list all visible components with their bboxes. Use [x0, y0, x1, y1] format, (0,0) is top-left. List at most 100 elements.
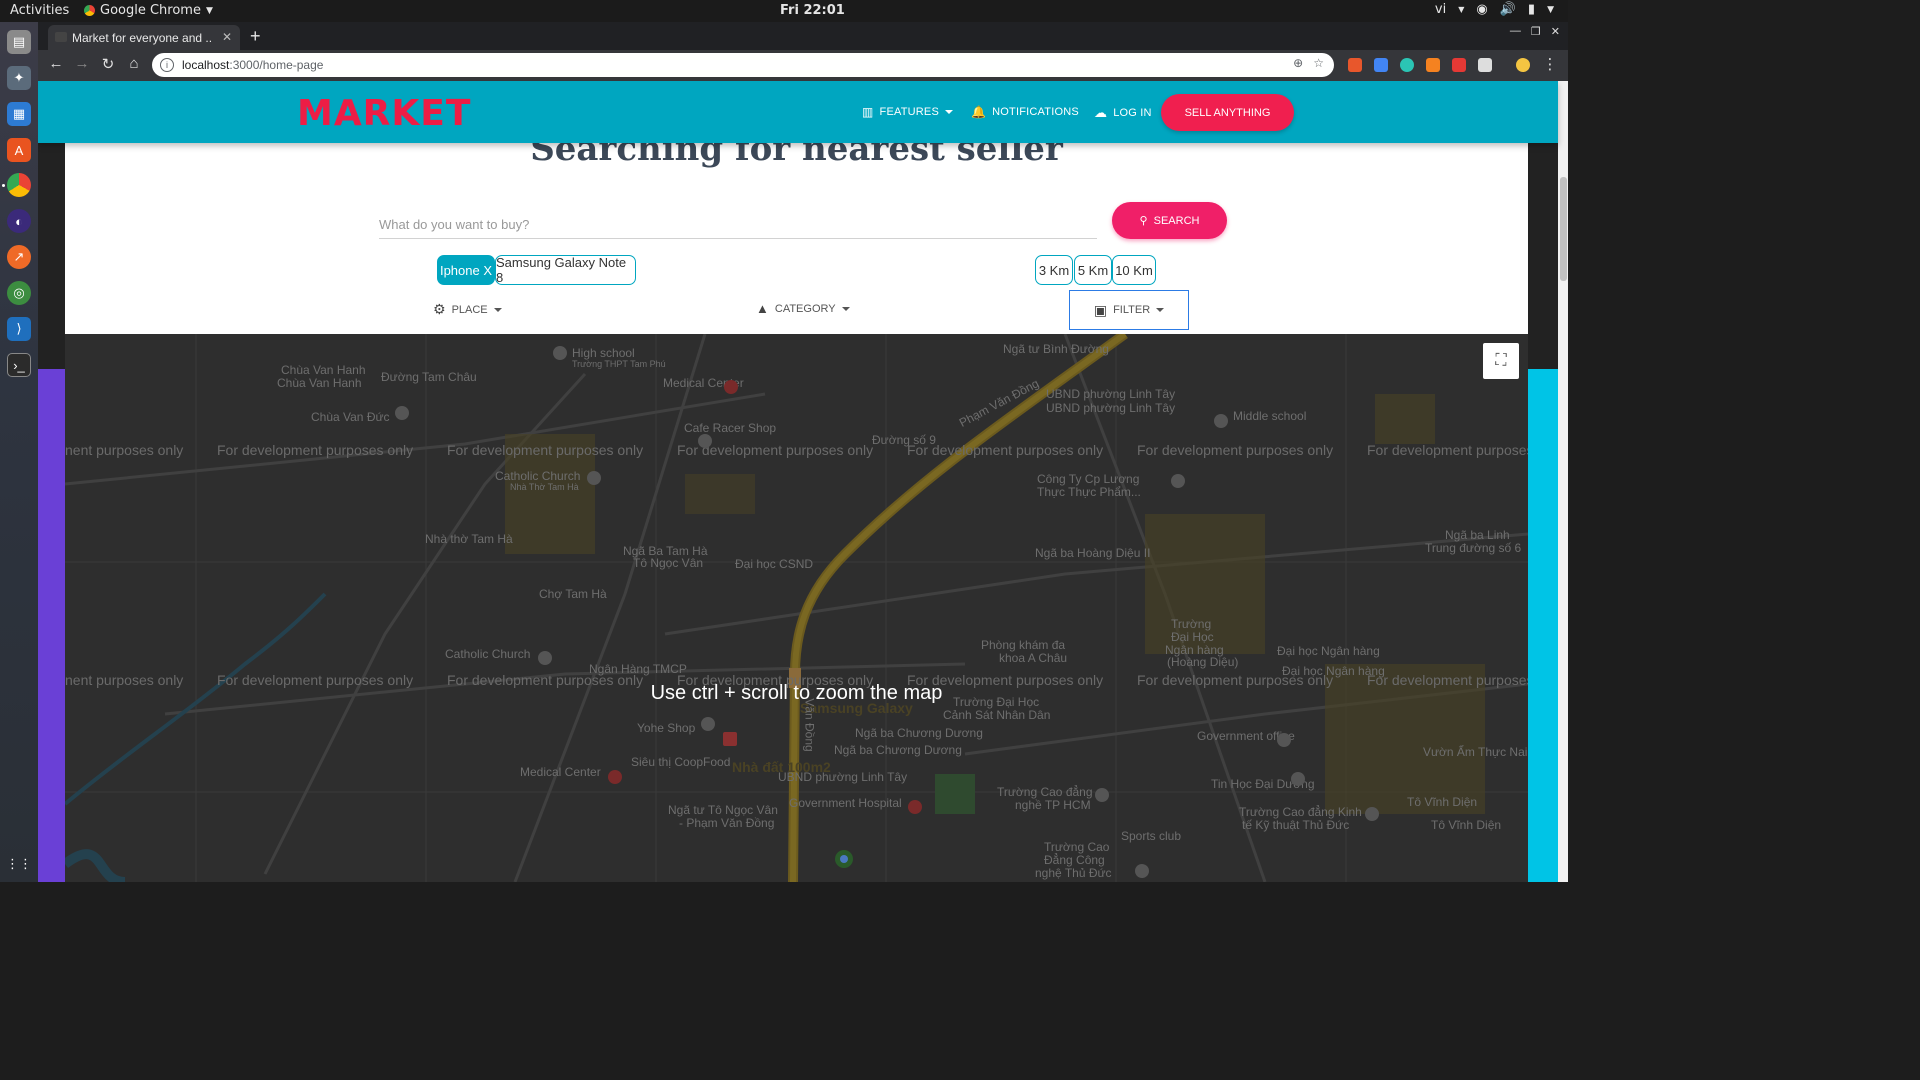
- show-apps-icon[interactable]: ⋮⋮: [6, 852, 32, 876]
- software-center-icon[interactable]: A: [7, 138, 31, 162]
- extension-icon[interactable]: [1348, 58, 1362, 72]
- map-label: Vườn Ẩm Thực Nai Vàng: [1423, 745, 1528, 759]
- login-link[interactable]: ☁ LOG IN: [1094, 105, 1152, 121]
- hospital-icon[interactable]: [608, 770, 622, 784]
- browser-toolbar: ← → ↻ ⌂ i localhost:3000/home-page ⊕ ☆ ⋮: [38, 50, 1568, 81]
- postman-icon[interactable]: ↗: [7, 245, 31, 269]
- map-label: Cảnh Sát Nhân Dân: [943, 708, 1051, 722]
- map-pin-icon[interactable]: [1095, 788, 1109, 802]
- notifications-link[interactable]: 🔔 NOTIFICATIONS: [971, 105, 1079, 119]
- map-pin-icon[interactable]: [1171, 474, 1185, 488]
- page-scrollbar[interactable]: [1558, 81, 1568, 882]
- distance-chip[interactable]: 3 Km: [1035, 255, 1073, 285]
- bell-icon: 🔔: [971, 105, 987, 119]
- extension-icon[interactable]: [1452, 58, 1466, 72]
- map-label: UBND phường Linh Tây: [778, 770, 908, 784]
- activities-button[interactable]: Activities: [10, 3, 69, 18]
- house-icon[interactable]: [723, 732, 737, 746]
- close-window-icon[interactable]: ✕: [1551, 25, 1560, 38]
- filter-label: FILTER: [1113, 304, 1151, 316]
- sell-anything-button[interactable]: SELL ANYTHING: [1161, 94, 1294, 131]
- map-pin-icon[interactable]: [701, 717, 715, 731]
- map-pin-icon[interactable]: [395, 406, 409, 420]
- distance-chip[interactable]: 5 Km: [1074, 255, 1112, 285]
- map-label: Trường Cao đẳng: [997, 785, 1093, 799]
- android-studio-icon[interactable]: ◎: [7, 281, 31, 305]
- back-icon[interactable]: ←: [46, 55, 66, 72]
- terminal-icon[interactable]: ›_: [7, 353, 31, 377]
- map-pin-icon[interactable]: [1365, 807, 1379, 821]
- filter-dropdown[interactable]: ▣ FILTER: [1069, 290, 1189, 330]
- map-label: Ngã tư Tô Ngọc Vân: [668, 803, 778, 817]
- writer-icon[interactable]: ▦: [7, 102, 31, 126]
- category-dropdown[interactable]: ▲ CATEGORY: [756, 301, 850, 316]
- map-label: Siêu thị CoopFood: [631, 755, 731, 769]
- extension-icon[interactable]: [1400, 58, 1414, 72]
- language-indicator[interactable]: vi: [1435, 2, 1446, 17]
- home-icon[interactable]: ⌂: [124, 55, 144, 72]
- window-controls: — ❐ ✕: [1510, 25, 1560, 38]
- map-label: Đường Tam Châu: [381, 370, 477, 384]
- map-pin-icon[interactable]: [1291, 772, 1305, 786]
- notifications-label: NOTIFICATIONS: [992, 106, 1079, 118]
- menu-icon[interactable]: ⋮: [1540, 55, 1560, 73]
- eclipse-icon[interactable]: ◐: [7, 209, 31, 233]
- close-tab-icon[interactable]: ✕: [222, 30, 232, 44]
- map-pin-icon[interactable]: [698, 434, 712, 448]
- map-label: Yohe Shop: [637, 721, 696, 735]
- map-pin-icon[interactable]: [553, 346, 567, 360]
- chevron-down-icon: ▼: [1458, 5, 1465, 14]
- extension-icon[interactable]: [1478, 58, 1492, 72]
- product-chip[interactable]: Samsung Galaxy Note 8: [495, 255, 636, 285]
- browser-tab[interactable]: Market for everyone and ... ✕: [48, 25, 240, 50]
- search-icon: ⚲: [1139, 215, 1148, 227]
- map-pin-icon[interactable]: [538, 651, 552, 665]
- files-icon[interactable]: ▤: [7, 30, 31, 54]
- map-label: Chùa Van Hanh: [277, 376, 362, 390]
- clock[interactable]: Fri 22:01: [780, 3, 845, 18]
- place-label: PLACE: [451, 303, 488, 316]
- search-input[interactable]: What do you want to buy?: [379, 209, 1097, 239]
- hospital-icon[interactable]: [724, 380, 738, 394]
- chrome-icon[interactable]: [7, 173, 31, 197]
- app-menu[interactable]: Google Chrome ▼: [84, 3, 213, 18]
- profile-avatar[interactable]: [1516, 58, 1530, 72]
- features-menu[interactable]: ▥ FEATURES: [862, 105, 954, 119]
- reload-icon[interactable]: ↻: [98, 55, 118, 73]
- address-bar[interactable]: i localhost:3000/home-page ⊕ ☆: [152, 53, 1334, 77]
- brand-logo[interactable]: MARKET: [297, 93, 471, 134]
- map-pin-icon[interactable]: [1277, 733, 1291, 747]
- map-pin-icon[interactable]: [587, 471, 601, 485]
- map-label: Đẳng Công: [1044, 853, 1105, 867]
- settings-icon[interactable]: ✦: [7, 66, 31, 90]
- map-pin-icon[interactable]: [1214, 414, 1228, 428]
- system-tray[interactable]: vi ▼ ◉ 🔊 ▮ ▼: [1435, 2, 1554, 17]
- zoom-icon[interactable]: ⊕: [1293, 56, 1303, 70]
- url-host: localhost: [182, 58, 230, 72]
- extension-icon[interactable]: [1426, 58, 1440, 72]
- info-icon[interactable]: i: [160, 58, 174, 72]
- minimize-icon[interactable]: —: [1510, 25, 1521, 38]
- restore-icon[interactable]: ❐: [1531, 25, 1541, 38]
- map-label: Trường Cao: [1044, 840, 1110, 854]
- new-tab-icon[interactable]: +: [250, 26, 261, 47]
- map-label: Trung đường số 6: [1425, 541, 1522, 555]
- product-chip[interactable]: Iphone X: [437, 255, 495, 285]
- os-top-bar: Activities Google Chrome ▼ Fri 22:01 vi …: [0, 0, 1568, 22]
- search-button[interactable]: ⚲ SEARCH: [1112, 202, 1227, 239]
- translate-icon[interactable]: [1374, 58, 1388, 72]
- map-label: Ngã ba Chương Dương: [834, 743, 962, 757]
- tab-title: Market for everyone and ...: [72, 30, 212, 45]
- bookmark-star-icon[interactable]: ☆: [1313, 56, 1324, 70]
- distance-chip[interactable]: 10 Km: [1112, 255, 1156, 285]
- fullscreen-button[interactable]: ⛶: [1483, 343, 1519, 379]
- place-dropdown[interactable]: ⚙ PLACE: [433, 301, 502, 318]
- hospital-icon[interactable]: [908, 800, 922, 814]
- category-label: CATEGORY: [774, 302, 836, 315]
- background-panel: [38, 369, 66, 882]
- scrollbar-thumb[interactable]: [1560, 177, 1567, 281]
- map-pin-icon[interactable]: [1135, 864, 1149, 878]
- forward-icon[interactable]: →: [72, 55, 92, 72]
- vscode-icon[interactable]: ⟩: [7, 317, 31, 341]
- map-view[interactable]: nent purposes only For development purpo…: [65, 334, 1528, 882]
